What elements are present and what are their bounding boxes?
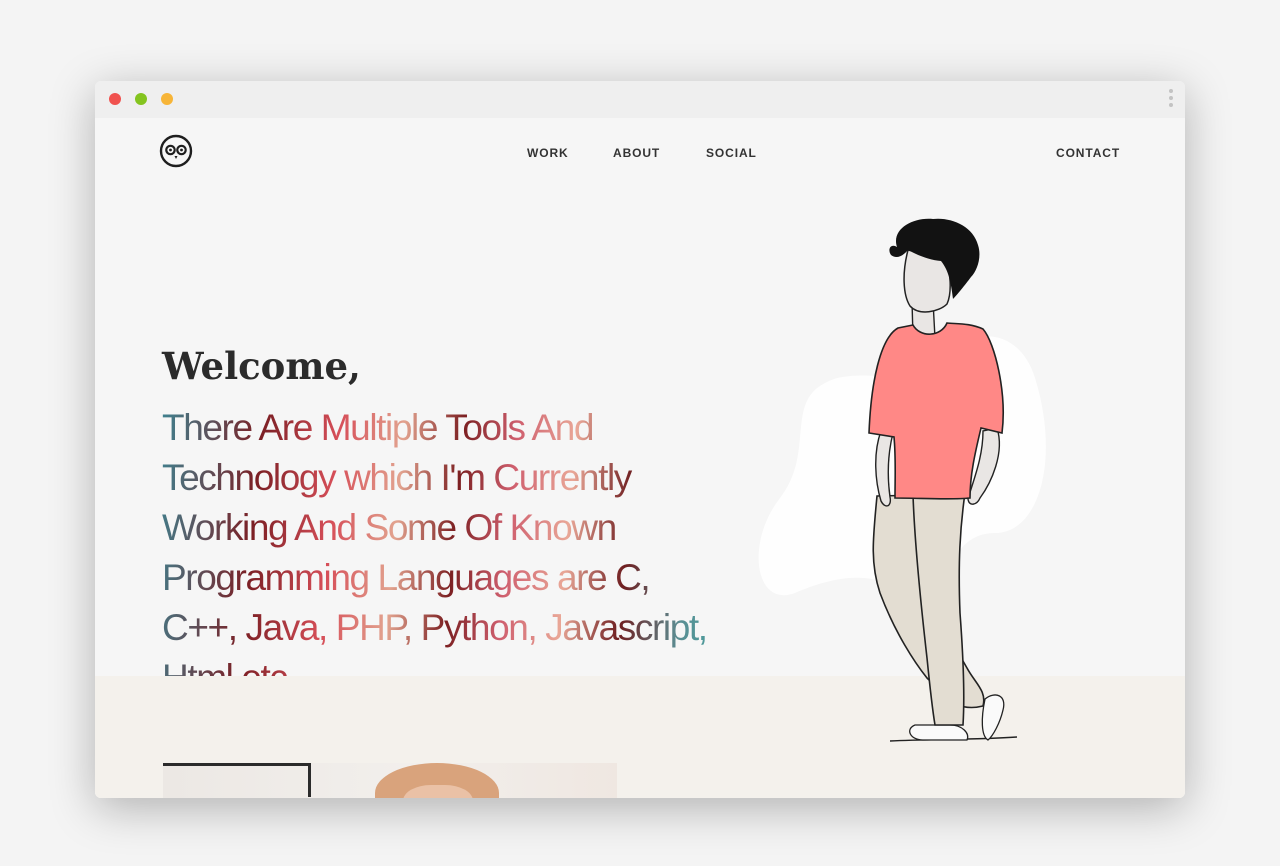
minimize-window-dot[interactable] xyxy=(161,93,173,105)
owl-icon[interactable] xyxy=(159,134,193,168)
man-illustration xyxy=(758,218,1046,742)
welcome-heading: Welcome, xyxy=(162,344,361,388)
photo-background-frame xyxy=(163,763,311,797)
portfolio-page: WORK ABOUT SOCIAL CONTACT Welcome, There… xyxy=(95,118,1185,798)
browser-titlebar xyxy=(95,81,1185,118)
right-shoe xyxy=(981,694,1005,741)
nav-link-social[interactable]: SOCIAL xyxy=(706,146,757,160)
kebab-menu-icon[interactable] xyxy=(1168,89,1174,109)
close-window-dot[interactable] xyxy=(109,93,121,105)
profile-photo xyxy=(163,763,617,798)
nav-link-work[interactable]: WORK xyxy=(527,146,569,160)
nav-link-contact[interactable]: CONTACT xyxy=(1056,146,1120,160)
maximize-window-dot[interactable] xyxy=(135,93,147,105)
browser-window: WORK ABOUT SOCIAL CONTACT Welcome, There… xyxy=(95,81,1185,798)
left-shoe xyxy=(909,724,969,741)
intro-text: There Are Multiple Tools And Technology … xyxy=(162,403,732,703)
nav-link-about[interactable]: ABOUT xyxy=(613,146,660,160)
